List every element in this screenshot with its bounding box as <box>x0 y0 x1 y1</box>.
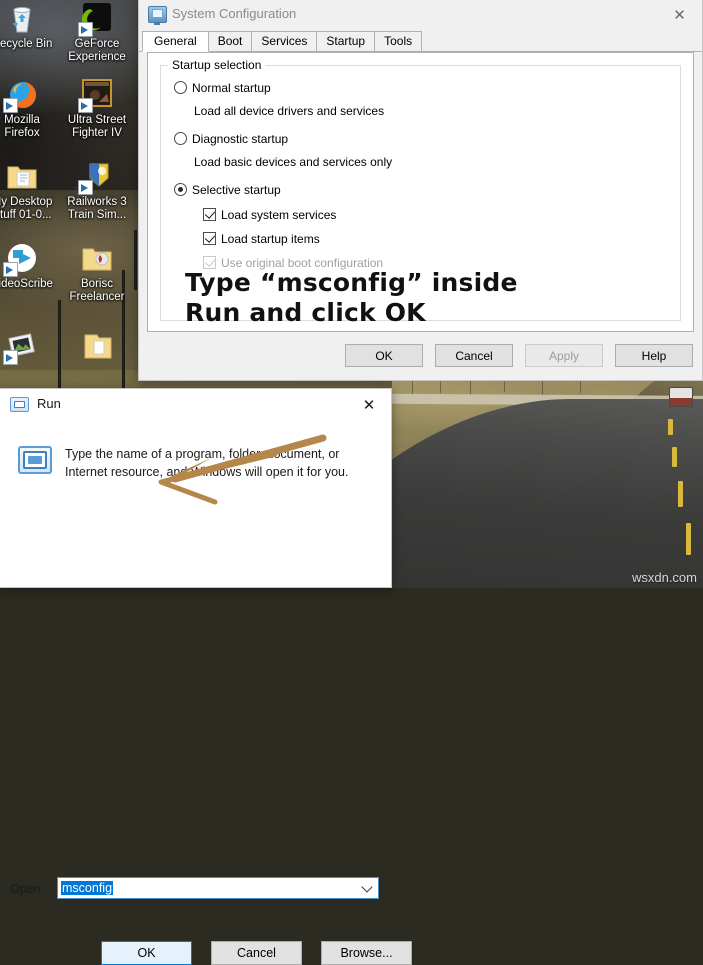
ok-button[interactable]: OK <box>345 344 423 367</box>
street-fighter-icon <box>78 78 114 113</box>
desktop-icon-label: VideoScribe <box>0 278 53 290</box>
desktop-icon-label: Mozilla Firefox <box>4 114 40 139</box>
checkbox-load-startup-items[interactable]: Load startup items <box>203 232 320 246</box>
cancel-button[interactable]: Cancel <box>435 344 513 367</box>
close-icon[interactable]: ✕ <box>347 389 391 420</box>
tab-services[interactable]: Services <box>251 31 318 52</box>
desktop-icon-label: GeForce Experience <box>68 38 126 63</box>
run-icon <box>10 397 29 412</box>
checkbox-use-original-boot-configuration: Use original boot configuration <box>203 256 383 270</box>
watermark: wsxdn.com <box>631 570 697 585</box>
tab-bar: General Boot Services Startup Tools <box>139 31 702 52</box>
chevron-down-icon[interactable] <box>363 882 372 891</box>
desktop-icon[interactable]: Railworks 3 Train Sim... <box>61 160 133 222</box>
wallpaper-pole <box>134 230 137 290</box>
checkbox-label: Load startup items <box>221 232 320 246</box>
radio-label: Selective startup <box>192 183 281 197</box>
desktop-icon-label: Recycle Bin <box>0 38 53 50</box>
railworks-icon <box>78 160 114 195</box>
geforce-experience-icon <box>78 2 114 37</box>
radio-icon <box>174 81 187 94</box>
desktop-icon-label: Ultra Street Fighter IV <box>67 114 127 139</box>
run-description: Type the name of a program, folder, docu… <box>65 447 349 479</box>
diagnostic-startup-description: Load basic devices and services only <box>194 155 393 169</box>
checkbox-icon <box>203 232 216 245</box>
apply-button: Apply <box>525 344 603 367</box>
radio-icon <box>174 183 187 196</box>
run-titlebar[interactable]: Run ✕ <box>0 389 391 421</box>
shortcut-overlay-icon <box>3 98 18 113</box>
radio-selective-startup[interactable]: Selective startup <box>174 183 281 197</box>
run-browse-button[interactable]: Browse... <box>321 941 412 965</box>
dialog-button-row: OK Cancel Apply Help <box>345 344 693 367</box>
tab-general[interactable]: General <box>142 31 209 52</box>
checkbox-label: Load system services <box>221 208 337 222</box>
tab-startup[interactable]: Startup <box>316 31 376 52</box>
tab-boot[interactable]: Boot <box>207 31 253 52</box>
startup-selection-group: Startup selection Normal startup Load al… <box>160 58 681 321</box>
desktop-icon-label: Railworks 3 Train Sim... <box>67 196 127 221</box>
run-large-icon <box>18 446 52 474</box>
run-ok-button[interactable]: OK <box>101 941 192 965</box>
desktop-icon[interactable]: Ultra Street Fighter IV <box>61 78 133 140</box>
checkbox-load-system-services[interactable]: Load system services <box>203 208 336 222</box>
radio-label: Normal startup <box>192 81 271 95</box>
road-photo: wsxdn.com <box>392 381 703 588</box>
desktop-icon[interactable]: Recycle Bin <box>0 2 58 51</box>
shortcut-overlay-icon <box>3 262 18 277</box>
run-cancel-button[interactable]: Cancel <box>211 941 302 965</box>
radio-icon <box>174 132 187 145</box>
run-window-title: Run <box>37 396 61 411</box>
desktop-icon[interactable]: VideoScribe <box>0 242 58 291</box>
normal-startup-description: Load all device drivers and services <box>194 104 385 118</box>
radio-label: Diagnostic startup <box>192 132 289 146</box>
shortcut-overlay-icon <box>78 180 93 195</box>
tab-tools[interactable]: Tools <box>374 31 423 52</box>
picture-file-icon <box>3 330 39 365</box>
help-button[interactable]: Help <box>615 344 693 367</box>
recycle-bin-icon <box>5 2 39 36</box>
run-button-row: OK Cancel Browse... <box>101 941 412 965</box>
group-title: Startup selection <box>168 58 266 72</box>
radio-normal-startup[interactable]: Normal startup <box>174 81 271 95</box>
checkbox-label: Use original boot configuration <box>221 256 384 270</box>
shortcut-overlay-icon <box>3 350 18 365</box>
open-combobox[interactable]: msconfig <box>57 877 379 899</box>
desktop-icon[interactable]: Borisc Freelancer <box>61 242 133 304</box>
photo-truck <box>669 387 693 407</box>
folder-icon <box>80 242 114 276</box>
shortcut-overlay-icon <box>78 22 93 37</box>
photo-lane-marking <box>678 481 683 507</box>
folder-icon <box>80 330 114 364</box>
open-input-value[interactable]: msconfig <box>61 881 114 895</box>
desktop-icon[interactable] <box>0 330 58 366</box>
desktop-icon-label: My Desktop Stuff 01-0... <box>0 196 53 221</box>
folder-icon <box>5 160 39 194</box>
desktop-icon[interactable] <box>61 330 133 366</box>
photo-lane-marking <box>668 419 673 435</box>
desktop-icon[interactable]: My Desktop Stuff 01-0... <box>0 160 58 222</box>
photo-lane-marking <box>686 523 691 555</box>
titlebar[interactable]: System Configuration ✕ <box>139 0 702 31</box>
system-configuration-window: System Configuration ✕ General Boot Serv… <box>138 0 703 381</box>
shortcut-overlay-icon <box>78 98 93 113</box>
open-label: Open: <box>10 882 45 896</box>
tab-panel-general: Startup selection Normal startup Load al… <box>147 52 694 332</box>
videoscribe-icon <box>3 242 39 277</box>
system-configuration-icon <box>148 6 167 25</box>
desktop-icon[interactable]: Mozilla Firefox <box>0 78 58 140</box>
window-title: System Configuration <box>172 6 297 21</box>
desktop-icon-label: Borisc Freelancer <box>69 278 125 303</box>
run-dialog: Run ✕ Type the name of a program, folder… <box>0 388 412 965</box>
close-icon[interactable]: ✕ <box>657 0 702 30</box>
checkbox-icon <box>203 208 216 221</box>
desktop-icon[interactable]: GeForce Experience <box>61 2 133 64</box>
photo-lane-marking <box>672 447 677 467</box>
firefox-icon <box>3 78 39 113</box>
checkbox-icon <box>203 256 216 269</box>
radio-diagnostic-startup[interactable]: Diagnostic startup <box>174 132 288 146</box>
